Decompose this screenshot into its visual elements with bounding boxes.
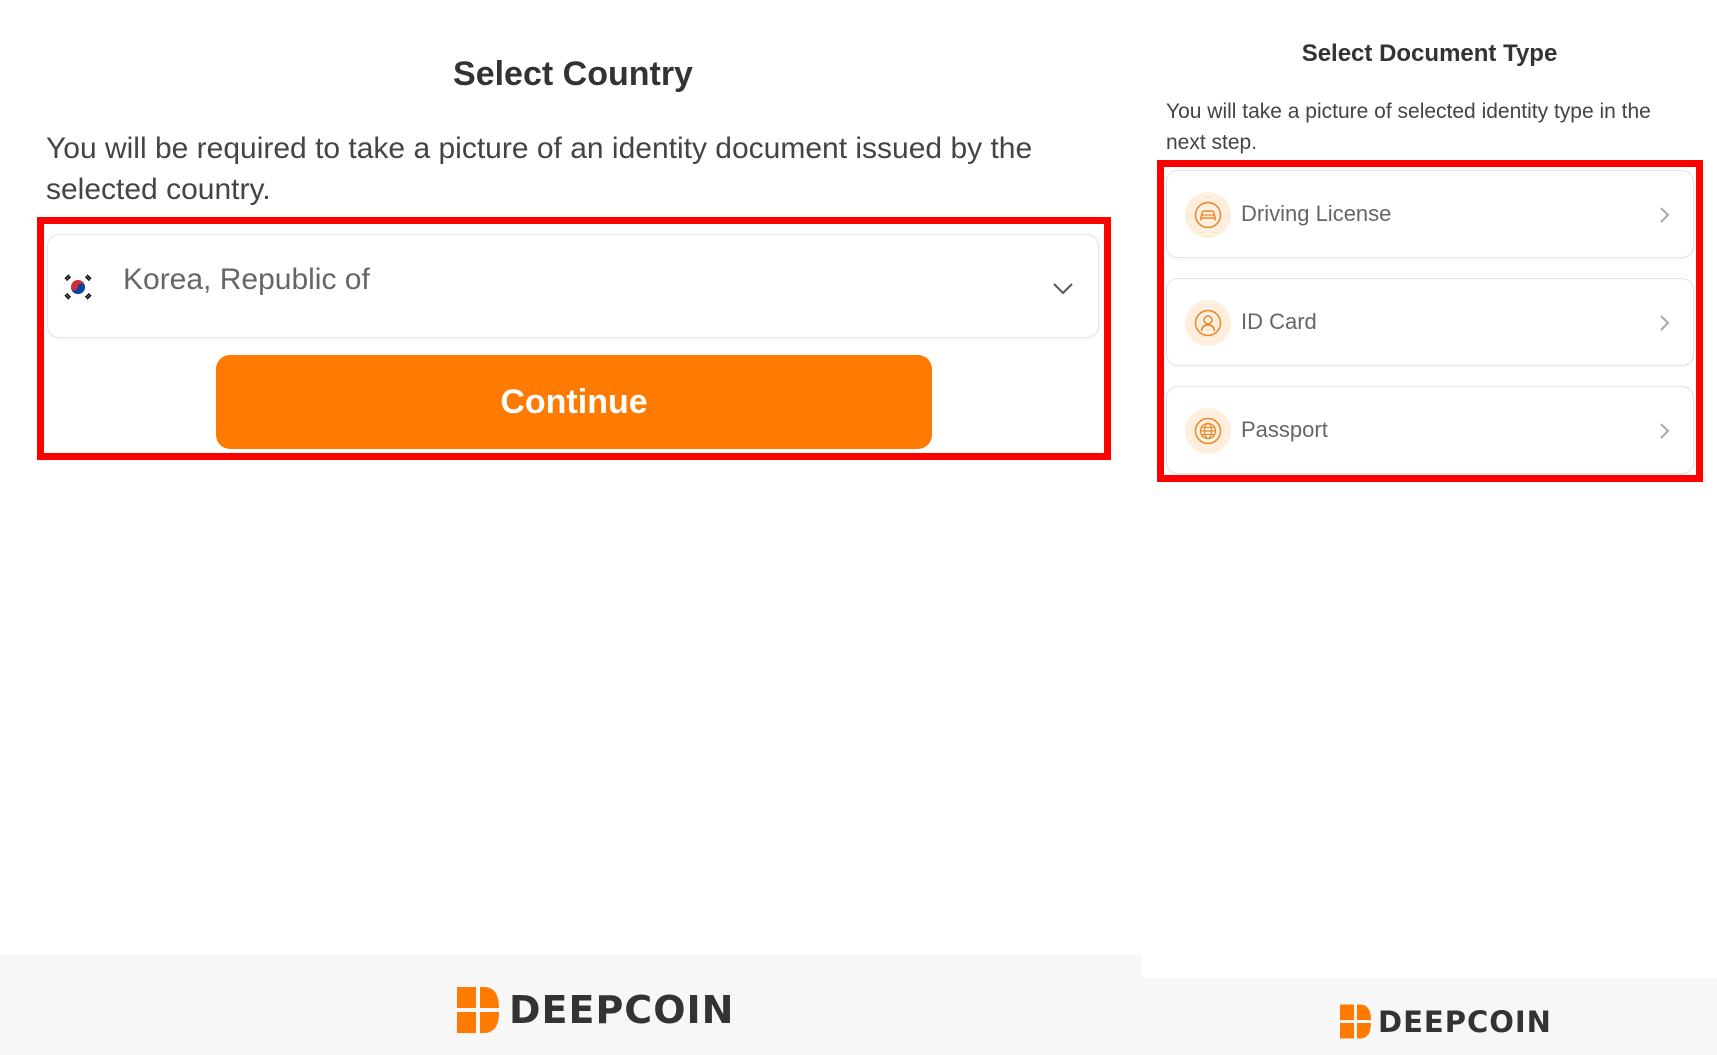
page-title: Select Country <box>453 55 693 93</box>
continue-button[interactable]: Continue <box>216 355 932 449</box>
country-select[interactable]: Korea, Republic of <box>47 234 1099 338</box>
document-option-label: ID Card <box>1241 309 1317 334</box>
brand-name: DEEPCOIN <box>1378 1004 1552 1039</box>
document-option-id-card[interactable]: ID Card <box>1166 278 1694 366</box>
country-description: You will be required to take a picture o… <box>46 132 1033 206</box>
deepcoin-logo: DEEPCOIN <box>457 987 734 1033</box>
deepcoin-logo: DEEPCOIN <box>1340 1004 1552 1039</box>
country-select-value: Korea, Republic of <box>123 263 370 296</box>
chevron-right-icon <box>1660 423 1670 439</box>
deepcoin-logo-icon <box>1340 1004 1371 1039</box>
user-icon <box>1185 300 1231 346</box>
south-korea-flag-icon <box>64 274 92 300</box>
document-option-driving-license[interactable]: Driving License <box>1166 170 1694 258</box>
chevron-right-icon <box>1660 315 1670 331</box>
chevron-right-icon <box>1660 207 1670 223</box>
chevron-down-icon[interactable] <box>1052 277 1074 299</box>
brand-name: DEEPCOIN <box>509 988 735 1032</box>
document-type-description: You will take a picture of selected iden… <box>1166 100 1651 154</box>
car-icon <box>1185 192 1231 238</box>
document-type-title: Select Document Type <box>1301 40 1558 67</box>
document-option-passport[interactable]: Passport <box>1166 386 1694 474</box>
document-option-label: Passport <box>1241 417 1328 442</box>
globe-icon <box>1185 408 1231 454</box>
deepcoin-logo-icon <box>457 987 499 1033</box>
document-option-label: Driving License <box>1241 201 1392 226</box>
screen: Select Country You will be required to t… <box>0 0 1717 1055</box>
